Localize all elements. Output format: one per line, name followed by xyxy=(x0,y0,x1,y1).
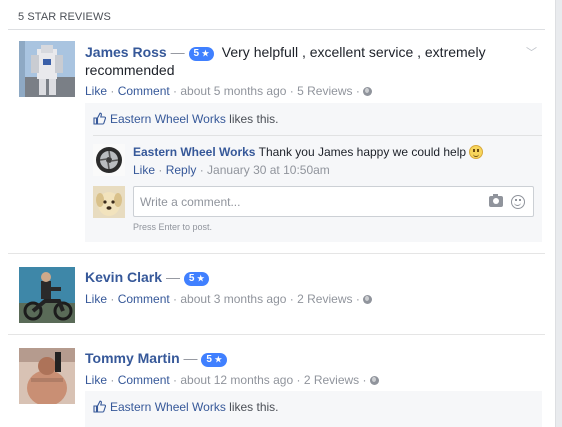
review-actions: Like · Comment · about 5 months ago · 5 … xyxy=(85,84,373,98)
like-link[interactable]: Like xyxy=(85,84,107,98)
comment-link[interactable]: Comment xyxy=(118,373,170,387)
reply-author[interactable]: Eastern Wheel Works xyxy=(133,145,255,159)
globe-icon xyxy=(369,376,379,385)
globe-icon xyxy=(363,295,373,304)
reply-like-link[interactable]: Like xyxy=(133,163,155,177)
reviewer-name-link[interactable]: James Ross xyxy=(85,44,167,60)
reviewer-name: Tommy Martin — 5 ★ xyxy=(85,350,227,367)
section-title: 5 STAR REVIEWS xyxy=(18,11,111,23)
reviewer-avatar-kevin-clark[interactable] xyxy=(19,267,75,323)
composer-hint: Press Enter to post. xyxy=(133,222,213,232)
review-time[interactable]: about 5 months ago xyxy=(180,84,286,98)
review-separator xyxy=(8,253,545,254)
comment-link[interactable]: Comment xyxy=(118,84,170,98)
emoji-icon[interactable] xyxy=(511,195,525,209)
review-time[interactable]: about 3 months ago xyxy=(180,292,286,306)
like-link[interactable]: Like xyxy=(85,373,107,387)
commenter-avatar[interactable] xyxy=(93,144,125,176)
liker-page-link[interactable]: Eastern Wheel Works xyxy=(110,112,226,126)
review-time[interactable]: about 12 months ago xyxy=(180,373,293,387)
reply-link[interactable]: Reply xyxy=(166,163,197,177)
review-count[interactable]: 2 Reviews xyxy=(297,292,352,306)
like-link[interactable]: Like xyxy=(85,292,107,306)
divider xyxy=(93,135,542,136)
comment-area: Eastern Wheel Works likes this. xyxy=(85,391,542,427)
comment-area: Eastern Wheel Works likes this. Eastern … xyxy=(85,103,542,242)
review-actions: Like · Comment · about 12 months ago · 2… xyxy=(85,373,379,387)
star-icon: ★ xyxy=(197,274,205,283)
reviewer-name-link[interactable]: Tommy Martin xyxy=(85,350,180,366)
rating-badge: 5 ★ xyxy=(183,272,210,286)
camera-icon[interactable] xyxy=(489,194,503,207)
review-count[interactable]: 2 Reviews xyxy=(304,373,359,387)
review-separator xyxy=(8,334,545,335)
current-user-avatar xyxy=(93,186,125,218)
divider xyxy=(8,29,545,30)
globe-icon xyxy=(363,87,373,96)
reviewer-avatar-tommy-martin[interactable] xyxy=(19,348,75,404)
liker-page-link[interactable]: Eastern Wheel Works xyxy=(110,400,226,414)
reply-comment: Eastern Wheel Works Thank you James happ… xyxy=(133,145,484,159)
reply-time[interactable]: January 30 at 10:50am xyxy=(207,163,330,177)
comment-composer[interactable] xyxy=(133,186,534,217)
reviews-panel: 5 STAR REVIEWS James Ross — 5 ★ Very hel… xyxy=(0,0,556,427)
likes-sentence: Eastern Wheel Works likes this. xyxy=(93,400,279,414)
comment-link[interactable]: Comment xyxy=(118,292,170,306)
comment-input[interactable] xyxy=(140,187,470,216)
reviewer-name: Kevin Clark — 5 ★ xyxy=(85,269,210,286)
chevron-down-icon[interactable]: ﹀ xyxy=(526,44,537,60)
thumbs-up-icon xyxy=(93,112,106,125)
reviewer-avatar-james-ross[interactable] xyxy=(19,41,75,97)
star-icon: ★ xyxy=(201,49,210,58)
star-icon: ★ xyxy=(214,355,222,364)
reviewer-name-link[interactable]: Kevin Clark xyxy=(85,269,162,285)
reply-text: Thank you James happy we could help xyxy=(258,145,467,159)
likes-sentence: Eastern Wheel Works likes this. xyxy=(93,112,279,126)
review-actions: Like · Comment · about 3 months ago · 2 … xyxy=(85,292,373,306)
rating-badge: 5 ★ xyxy=(201,353,227,367)
review-count[interactable]: 5 Reviews xyxy=(297,84,352,98)
reply-actions: Like · Reply · January 30 at 10:50am xyxy=(133,163,330,177)
thumbs-up-icon xyxy=(93,400,106,413)
reviewer-name: James Ross — 5 ★ Very helpfull , excelle… xyxy=(85,44,486,78)
rating-badge: 5 ★ xyxy=(188,47,215,61)
smiley-emoji-icon xyxy=(469,145,484,159)
